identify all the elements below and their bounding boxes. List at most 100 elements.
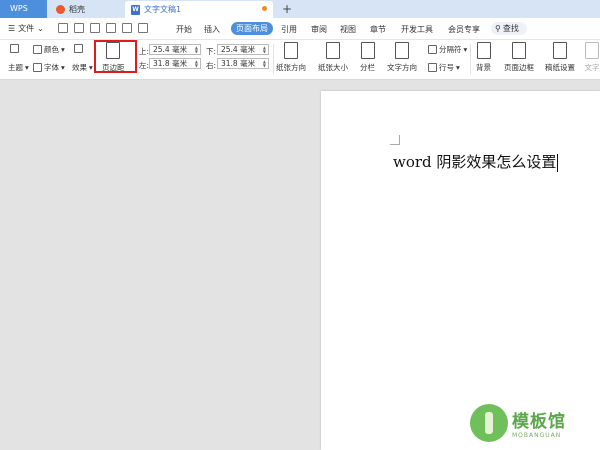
margin-left-label: 左: (139, 61, 150, 70)
spinner-icon[interactable]: ▲ ▼ (195, 60, 198, 68)
orientation-button[interactable]: 纸张方向 (276, 42, 306, 73)
file-menu-button[interactable]: ☰ 文件 ⌄ (8, 23, 44, 34)
document-text-content: word 阴影效果怎么设置 (393, 153, 557, 171)
theme-icon-button[interactable] (10, 44, 19, 53)
paper-setup-button[interactable]: 稿纸设置 (545, 42, 575, 73)
font-label: 字体 (44, 63, 59, 72)
background-icon (476, 42, 491, 59)
new-tab-button[interactable]: + (282, 1, 292, 17)
page-border-icon (512, 42, 526, 59)
export-pdf-icon[interactable] (74, 23, 84, 33)
search-button[interactable]: ⚲ 查找 (491, 22, 527, 35)
paper-setup-label: 稿纸设置 (545, 63, 575, 72)
search-label: 查找 (502, 24, 519, 33)
effect-icon-button[interactable] (74, 44, 83, 53)
background-label: 背景 (476, 63, 491, 72)
chevron-down-icon: ▾ (25, 63, 29, 72)
separator-button[interactable]: 分隔符 ▾ (428, 44, 467, 55)
color-grid-icon (33, 45, 42, 54)
menu-bar: ☰ 文件 ⌄ 开始 插入 页面布局 引用 审阅 视图 章节 开发工具 会员专享 … (0, 18, 600, 40)
quick-access-toolbar (58, 23, 148, 33)
palette-icon (10, 44, 19, 53)
search-icon: ⚲ (495, 24, 501, 33)
tab-start[interactable]: 开始 (176, 24, 192, 35)
text-direction-button[interactable]: 文字方向 (387, 42, 417, 73)
tab-developer[interactable]: 开发工具 (401, 24, 433, 35)
ribbon-divider (273, 44, 274, 74)
save-icon[interactable] (58, 23, 68, 33)
unsaved-dot-icon (262, 6, 267, 11)
tab-document-label: 文字文稿1 (144, 5, 182, 14)
chevron-down-icon: ▾ (61, 45, 65, 54)
tab-member[interactable]: 会员专享 (448, 24, 480, 35)
effect-label: 效果 (72, 63, 87, 72)
tab-docer[interactable]: 稻壳 (50, 1, 122, 18)
effect-icon (74, 44, 83, 53)
margin-top-label: 上: (139, 47, 150, 56)
watermark-brand-cn: 模板馆 (512, 412, 566, 432)
margin-top-value: 25.4 毫米 (153, 45, 188, 54)
word-doc-icon: W (131, 4, 140, 15)
margin-right-label: 右: (206, 61, 217, 70)
chevron-down-icon: ⌄ (37, 24, 44, 33)
chevron-down-icon: ▾ (456, 63, 460, 72)
page-border-label: 页面边框 (504, 63, 534, 72)
text-icon (585, 42, 599, 59)
document-text[interactable]: word 阴影效果怎么设置 (393, 151, 559, 172)
tab-references[interactable]: 引用 (281, 24, 297, 35)
margin-left-value: 31.8 毫米 (153, 59, 188, 68)
redo-icon[interactable] (138, 23, 148, 33)
orientation-label: 纸张方向 (276, 63, 306, 72)
title-tab-bar: WPS 稻壳 W 文字文稿1 + (0, 0, 600, 18)
font-button[interactable]: 字体 ▾ (33, 62, 65, 73)
print-icon[interactable] (90, 23, 100, 33)
line-number-button[interactable]: 行号 ▾ (428, 62, 460, 73)
margin-bottom-input[interactable]: 25.4 毫米 ▲ ▼ (217, 44, 269, 55)
ribbon-toolbar: 主题 ▾ 颜色 ▾ 字体 ▾ 效果 ▾ 页边距 上: 25.4 毫米 ▲ ▼ 下: 25.4… (0, 40, 600, 80)
tab-view[interactable]: 视图 (340, 24, 356, 35)
margin-right-input[interactable]: 31.8 毫米 ▲ ▼ (217, 58, 269, 69)
tab-review[interactable]: 审阅 (311, 24, 327, 35)
undo-icon[interactable] (122, 23, 132, 33)
tab-insert[interactable]: 插入 (204, 24, 220, 35)
columns-label: 分栏 (360, 63, 375, 72)
margin-left-input[interactable]: 31.8 毫米 ▲ ▼ (149, 58, 201, 69)
tab-chapter[interactable]: 章节 (370, 24, 386, 35)
tab-docer-label: 稻壳 (69, 5, 85, 14)
line-number-icon (428, 63, 437, 72)
margin-bottom-label: 下: (206, 47, 217, 56)
effect-button[interactable]: 效果 ▾ (72, 62, 93, 73)
margin-top-input[interactable]: 25.4 毫米 ▲ ▼ (149, 44, 201, 55)
separator-label: 分隔符 (439, 45, 462, 54)
chevron-down-icon: ▾ (89, 63, 93, 72)
columns-button[interactable]: 分栏 (360, 42, 375, 73)
print-preview-icon[interactable] (106, 23, 116, 33)
color-button[interactable]: 颜色 ▾ (33, 44, 65, 55)
theme-button[interactable]: 主题 ▾ (8, 62, 29, 73)
orientation-icon (284, 42, 298, 59)
watermark-logo: 模板馆 MOBANGUAN (470, 404, 566, 442)
page-border-button[interactable]: 页面边框 (504, 42, 534, 73)
document-page[interactable]: word 阴影效果怎么设置 (321, 91, 600, 450)
paper-size-button[interactable]: 纸张大小 (318, 42, 348, 73)
chevron-down-icon: ▾ (463, 45, 468, 54)
paper-size-label: 纸张大小 (318, 63, 348, 72)
tab-page-layout[interactable]: 页面布局 (231, 22, 273, 35)
spinner-icon[interactable]: ▲ ▼ (195, 46, 198, 54)
paper-size-icon (326, 42, 340, 59)
color-label: 颜色 (44, 45, 59, 54)
text-overflow-button[interactable]: 文字 (584, 42, 600, 73)
wps-home-tab[interactable]: WPS (0, 0, 47, 18)
font-icon (33, 63, 42, 72)
separator-icon (428, 45, 437, 54)
spinner-icon[interactable]: ▲ ▼ (263, 46, 266, 54)
text-direction-icon (395, 42, 409, 59)
docer-icon (56, 5, 65, 14)
spinner-icon[interactable]: ▲ ▼ (263, 60, 266, 68)
text-direction-label: 文字方向 (387, 63, 417, 72)
theme-label: 主题 (8, 63, 23, 72)
ribbon-divider (470, 44, 471, 74)
tab-document[interactable]: W 文字文稿1 (125, 1, 273, 18)
background-button[interactable]: 背景 (476, 42, 491, 73)
document-canvas: word 阴影效果怎么设置 (0, 81, 600, 450)
